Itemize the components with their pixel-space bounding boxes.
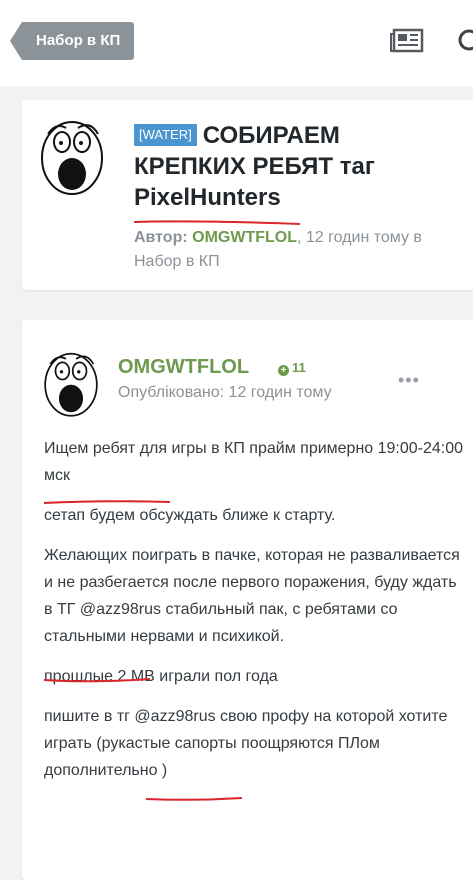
author-label: Автор:	[134, 229, 188, 246]
reputation-count: 11	[292, 360, 306, 375]
topic-time: , 12 годин тому в	[297, 229, 422, 246]
post-paragraph: Желающих поиграть в пачке, которая не ра…	[44, 547, 460, 645]
top-bar: Набор в КП	[0, 0, 473, 86]
post-menu-button[interactable]: •••	[398, 370, 420, 391]
post-body: Ищем ребят для игры в КП прайм примерно …	[44, 435, 464, 797]
post-date: Опубліковано: 12 годин тому	[118, 384, 332, 401]
topic-meta: Автор: OMGWTFLOL, 12 годин тому в Набор …	[134, 226, 454, 274]
reputation-badge[interactable]: +11	[278, 360, 306, 376]
post-paragraph: сетап будем обсуждать ближе к старту.	[44, 507, 336, 524]
plus-icon: +	[278, 365, 289, 376]
post-avatar-icon[interactable]	[40, 346, 102, 420]
author-link[interactable]: OMGWTFLOL	[192, 229, 297, 246]
search-icon[interactable]	[456, 28, 473, 54]
post-paragraph: прошлые 2 МВ играли пол года	[44, 668, 278, 685]
topic-header-card: [WATER] СОБИРАЕМ КРЕПКИХ РЕБЯТ таг PixelH…	[22, 100, 473, 290]
post-paragraph: пишите в тг @azz98rus свою профу на кото…	[44, 708, 448, 779]
topic-title: [WATER] СОБИРАЕМ КРЕПКИХ РЕБЯТ таг PixelH…	[134, 120, 454, 213]
annotation-underline	[133, 220, 301, 225]
topic-tag[interactable]: [WATER]	[134, 124, 197, 146]
post-username[interactable]: OMGWTFLOL	[118, 356, 249, 379]
newspaper-icon[interactable]	[390, 28, 424, 54]
forum-link[interactable]: Набор в КП	[134, 253, 220, 270]
avatar-icon[interactable]	[36, 114, 108, 198]
post-card: OMGWTFLOL +11 Опубліковано: 12 годин том…	[22, 320, 473, 880]
back-button[interactable]: Набор в КП	[10, 22, 135, 60]
post-paragraph: Ищем ребят для игры в КП прайм примерно …	[44, 440, 464, 484]
